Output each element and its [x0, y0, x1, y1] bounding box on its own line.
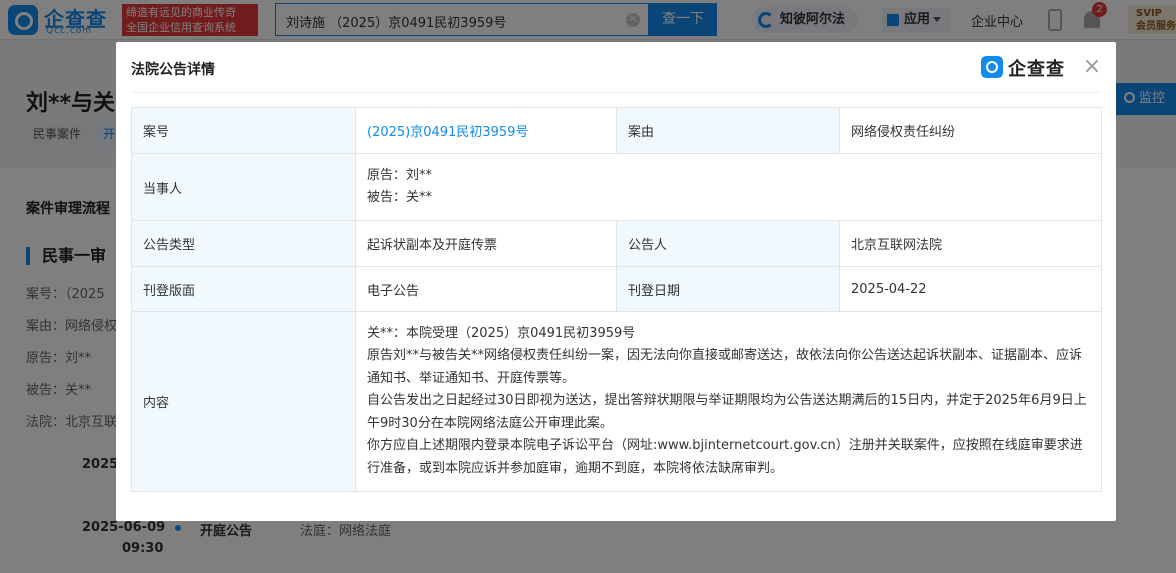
close-icon[interactable]: × — [1082, 56, 1102, 78]
defendant-value: 被告：关** — [367, 190, 433, 205]
party-value: 原告：刘** 被告：关** — [355, 153, 1102, 221]
content-paragraph: 关**：本院受理（2025）京0491民初3959号 — [367, 325, 636, 341]
court-notice-modal: 法院公告详情 企查查 × 案号 (2025)京0491民初3959号 案由 网络… — [116, 42, 1116, 521]
content-label: 内容 — [131, 311, 356, 492]
table-row: 当事人 原告：刘** 被告：关** — [131, 153, 1102, 221]
modal-logo: 企查查 — [981, 56, 1075, 80]
modal-logo-text: 企查查 — [1008, 59, 1065, 80]
publish-page-label: 刊登版面 — [131, 266, 356, 312]
cause-label: 案由 — [616, 107, 840, 154]
table-row: 内容 关**：本院受理（2025）京0491民初3959号 原告刘**与被告关*… — [131, 311, 1102, 492]
modal-divider — [131, 92, 1101, 93]
notice-type-value: 起诉状副本及开庭传票 — [355, 220, 617, 267]
party-label: 当事人 — [131, 153, 356, 221]
announcer-label: 公告人 — [616, 220, 840, 267]
content-paragraph: 你方应自上述期限内登录本院电子诉讼平台（网址:www.bjinternetcou… — [367, 438, 1083, 476]
publish-page-value: 电子公告 — [355, 266, 617, 312]
publish-date-label: 刊登日期 — [616, 266, 840, 312]
notice-type-label: 公告类型 — [131, 220, 356, 267]
modal-title: 法院公告详情 — [131, 62, 215, 78]
table-row: 刊登版面 电子公告 刊登日期 2025-04-22 — [131, 266, 1102, 312]
notice-detail-table: 案号 (2025)京0491民初3959号 案由 网络侵权责任纠纷 当事人 原告… — [131, 107, 1102, 492]
announcer-value: 北京互联网法院 — [839, 220, 1102, 267]
case-no-label: 案号 — [131, 107, 356, 154]
content-paragraph: 原告刘**与被告关**网络侵权责任纠纷一案，因无法向你直接或邮寄送达，故依法向你… — [367, 348, 1083, 386]
table-row: 公告类型 起诉状副本及开庭传票 公告人 北京互联网法院 — [131, 220, 1102, 267]
cause-value: 网络侵权责任纠纷 — [839, 107, 1102, 154]
case-no-value[interactable]: (2025)京0491民初3959号 — [367, 125, 528, 140]
publish-date-value: 2025-04-22 — [839, 266, 1102, 312]
content-value: 关**：本院受理（2025）京0491民初3959号 原告刘**与被告关**网络… — [355, 311, 1102, 492]
case-no-link[interactable]: (2025)京0491民初3959号 — [355, 107, 617, 154]
qcc-logo-icon — [981, 56, 1003, 78]
table-row: 案号 (2025)京0491民初3959号 案由 网络侵权责任纠纷 — [131, 107, 1102, 154]
plaintiff-value: 原告：刘** — [367, 168, 433, 183]
content-paragraph: 自公告发出之日起经过30日即视为送达，提出答辩状期限与举证期限均为公告送达期满后… — [367, 393, 1087, 431]
